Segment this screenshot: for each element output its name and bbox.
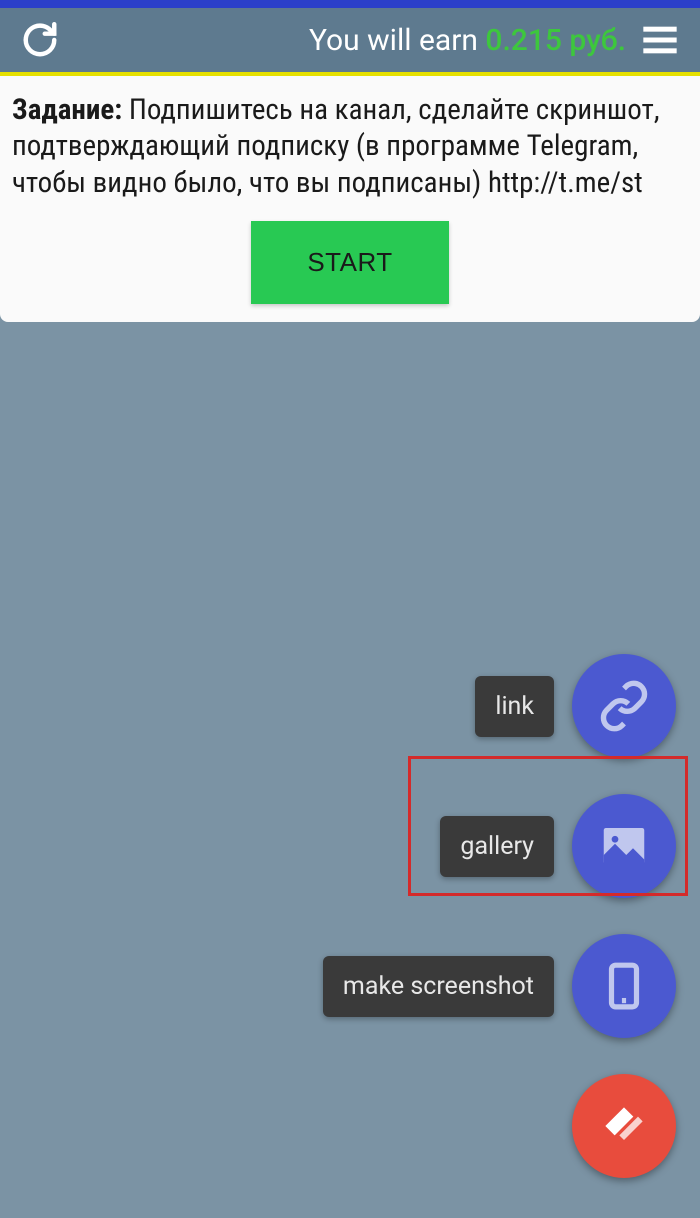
fab-screenshot-button[interactable] [572, 934, 676, 1038]
fab-link-row: link [475, 654, 676, 758]
hamburger-icon [640, 20, 680, 60]
header-bar: You will earn 0.215 руб. [0, 8, 700, 72]
fab-screenshot-label: make screenshot [323, 956, 554, 1017]
fab-main-row [572, 1074, 676, 1178]
earn-amount: 0.215 руб. [485, 23, 626, 58]
gallery-icon [597, 819, 651, 873]
status-bar [0, 0, 700, 8]
fab-gallery-label: gallery [440, 816, 554, 877]
task-description: Задание: Подпишитесь на канал, сделайте … [12, 92, 688, 201]
refresh-button[interactable] [18, 18, 62, 62]
fab-link-label: link [475, 676, 554, 737]
link-icon [598, 680, 650, 732]
task-label: Задание: [12, 93, 122, 127]
earn-prefix: You will earn [309, 23, 485, 58]
menu-button[interactable] [638, 18, 682, 62]
phone-icon [599, 961, 649, 1011]
fab-gallery-button[interactable] [572, 794, 676, 898]
send-stack-icon [596, 1098, 652, 1154]
fab-gallery-row: gallery [440, 794, 676, 898]
task-card: Задание: Подпишитесь на канал, сделайте … [0, 76, 700, 322]
start-button[interactable]: START [251, 221, 448, 304]
refresh-icon [21, 21, 59, 59]
fab-screenshot-row: make screenshot [323, 934, 676, 1038]
fab-link-button[interactable] [572, 654, 676, 758]
fab-main-button[interactable] [572, 1074, 676, 1178]
fab-menu: link gallery make screenshot [323, 654, 676, 1178]
earn-text: You will earn 0.215 руб. [62, 23, 638, 58]
